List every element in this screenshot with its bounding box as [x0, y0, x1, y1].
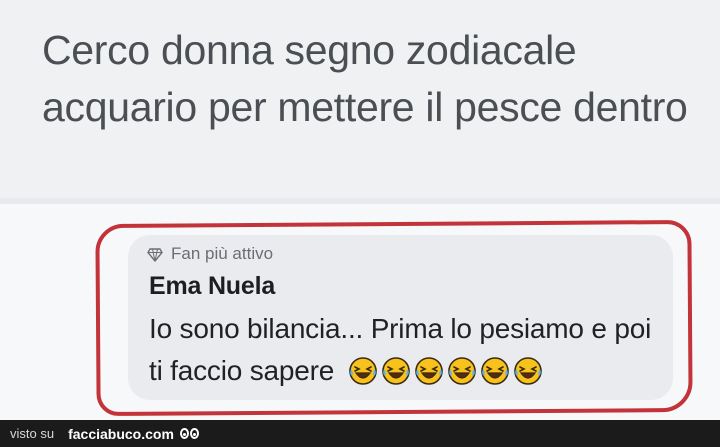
watermark-footer: visto su facciabuco.com	[0, 420, 720, 447]
highlight-outline	[95, 219, 693, 417]
footer-brand[interactable]: facciabuco.com	[68, 426, 174, 442]
eyes-icon	[179, 428, 199, 439]
footer-prefix: visto su	[10, 426, 55, 441]
post-card: Cerco donna segno zodiacale acquario per…	[0, 0, 720, 200]
post-text: Cerco donna segno zodiacale acquario per…	[42, 27, 688, 130]
